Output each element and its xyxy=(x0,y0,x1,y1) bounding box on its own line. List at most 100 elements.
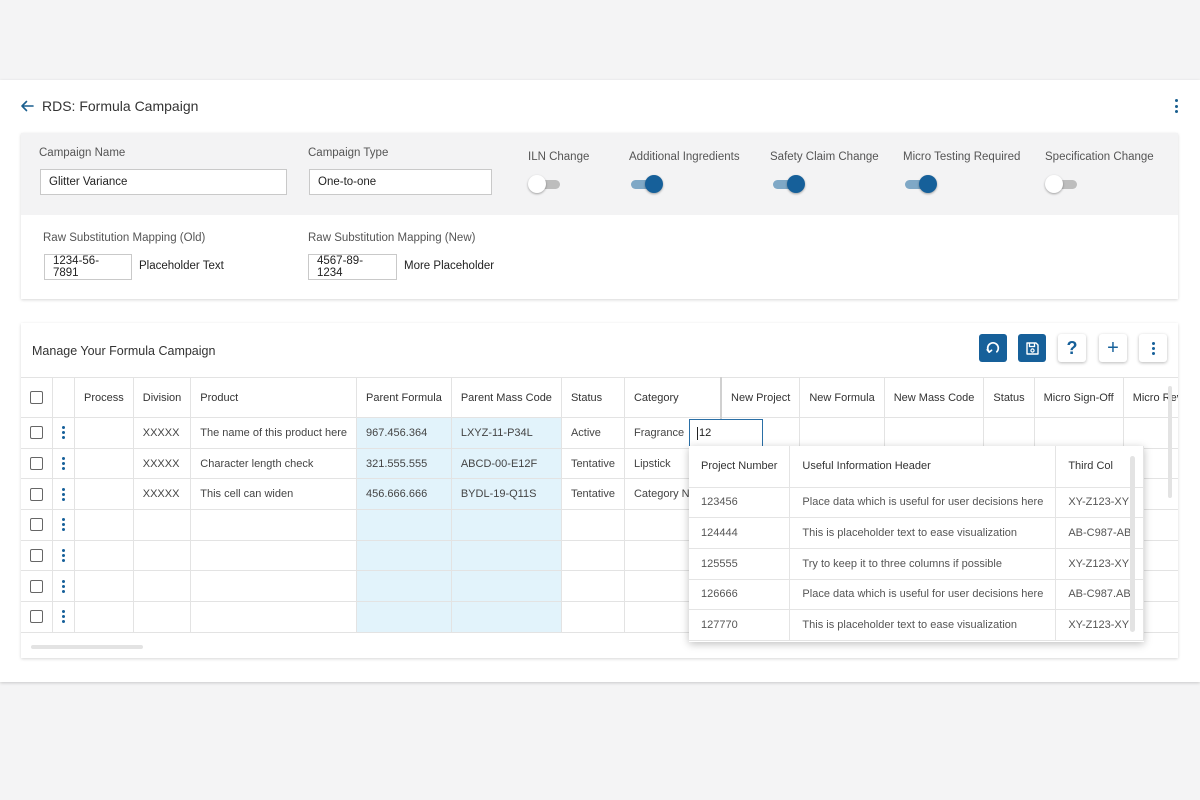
cell-parent-formula[interactable]: 321.555.555 xyxy=(356,448,452,480)
save-button[interactable] xyxy=(1018,334,1046,362)
lookup-scrollbar[interactable] xyxy=(1130,456,1135,632)
lookup-row[interactable]: 125555 Try to keep it to three columns if… xyxy=(689,548,1144,580)
new-project-edit-input[interactable]: 12 xyxy=(689,419,763,447)
cell-new-mass-code[interactable] xyxy=(884,417,985,449)
column-header-new-project-new[interactable]: New Project xyxy=(720,377,801,418)
cell-process[interactable] xyxy=(74,509,134,541)
help-button[interactable]: ? xyxy=(1058,334,1086,362)
column-header-status[interactable]: Status xyxy=(561,377,625,418)
cell-parent-mass-code[interactable] xyxy=(451,540,562,572)
safety-claim-change-toggle[interactable] xyxy=(771,175,805,193)
cell-status[interactable] xyxy=(561,601,625,633)
lookup-cell-useful-information-header[interactable]: This is placeholder text to ease visuali… xyxy=(789,517,1057,549)
cell-parent-formula[interactable]: 967.456.364 xyxy=(356,417,452,449)
column-header-parent-mass-code[interactable]: Parent Mass Code xyxy=(451,377,562,418)
cell-parent-formula[interactable]: 456.666.666 xyxy=(356,478,452,511)
cell-new-formula[interactable] xyxy=(799,417,885,449)
lookup-row[interactable]: 126666 Place data which is useful for use… xyxy=(689,579,1144,611)
more-vertical-icon[interactable] xyxy=(1172,99,1180,113)
cell-product[interactable] xyxy=(190,509,358,541)
cell-parent-mass-code[interactable] xyxy=(451,570,562,603)
lookup-row[interactable]: 124444 This is placeholder text to ease v… xyxy=(689,517,1144,549)
cell-parent-mass-code[interactable] xyxy=(451,601,562,633)
cell-process[interactable] xyxy=(74,417,134,449)
cell-division[interactable]: XXXXX xyxy=(133,478,192,511)
cell-division[interactable]: XXXXX xyxy=(133,417,192,449)
cell-parent-mass-code[interactable]: ABCD-00-E12F xyxy=(451,448,562,480)
horizontal-scrollbar[interactable] xyxy=(31,645,143,649)
row-checkbox[interactable] xyxy=(30,426,43,440)
cell-parent-formula[interactable] xyxy=(356,540,452,572)
row-more-icon[interactable] xyxy=(62,518,65,532)
row-checkbox[interactable] xyxy=(30,579,43,593)
row-more-icon[interactable] xyxy=(62,549,65,563)
row-checkbox[interactable] xyxy=(30,549,43,563)
cell-division[interactable] xyxy=(133,601,192,633)
lookup-row[interactable]: 127770 This is placeholder text to ease v… xyxy=(689,609,1144,641)
cell-parent-mass-code[interactable]: LXYZ-11-P34L xyxy=(451,417,562,449)
cell-status[interactable] xyxy=(983,417,1035,449)
lookup-cell-project-number[interactable]: 127770 xyxy=(689,609,791,641)
cell-process[interactable] xyxy=(74,601,134,633)
lookup-cell-useful-information-header[interactable]: This is placeholder text to ease visuali… xyxy=(789,609,1057,641)
cell-process[interactable] xyxy=(74,448,134,480)
column-header-parent-formula[interactable]: Parent Formula xyxy=(356,377,452,418)
column-header-new-mass-code-new[interactable]: New Mass Code xyxy=(884,377,985,418)
row-more-icon[interactable] xyxy=(62,457,65,471)
cell-status[interactable]: Active xyxy=(561,417,625,449)
cell-division[interactable] xyxy=(133,509,192,541)
lookup-cell-project-number[interactable]: 123456 xyxy=(689,487,791,519)
cell-division[interactable]: XXXXX xyxy=(133,448,192,480)
cell-status[interactable]: Tentative xyxy=(561,448,625,480)
additional-ingredients-toggle[interactable] xyxy=(629,175,663,193)
row-checkbox[interactable] xyxy=(30,518,43,532)
lookup-cell-project-number[interactable]: 124444 xyxy=(689,517,791,549)
lookup-cell-project-number[interactable]: 126666 xyxy=(689,579,791,611)
cell-process[interactable] xyxy=(74,570,134,603)
cell-parent-mass-code[interactable]: BYDL-19-Q11S xyxy=(451,478,562,511)
column-header-process[interactable]: Process xyxy=(74,377,134,418)
micro-testing-required-toggle[interactable] xyxy=(903,175,937,193)
iln-change-toggle[interactable] xyxy=(528,175,562,193)
cell-product[interactable]: Character length check xyxy=(190,448,358,480)
select-all-checkbox[interactable] xyxy=(30,391,43,404)
cell-parent-formula[interactable] xyxy=(356,601,452,633)
column-header-status-new[interactable]: Status xyxy=(983,377,1035,418)
cell-division[interactable] xyxy=(133,540,192,572)
row-checkbox[interactable] xyxy=(30,610,43,624)
row-more-icon[interactable] xyxy=(62,610,65,624)
campaign-name-input[interactable]: Glitter Variance xyxy=(40,169,287,195)
mapping-old-input[interactable]: 1234-56-7891 xyxy=(44,254,132,280)
cell-division[interactable] xyxy=(133,570,192,603)
cell-process[interactable] xyxy=(74,540,134,572)
cell-status[interactable] xyxy=(561,540,625,572)
cell-parent-formula[interactable] xyxy=(356,570,452,603)
campaign-type-input[interactable]: One-to-one xyxy=(309,169,492,195)
lookup-row[interactable]: 123456 Place data which is useful for use… xyxy=(689,487,1144,519)
mapping-new-input[interactable]: 4567-89-1234 xyxy=(308,254,397,280)
row-more-icon[interactable] xyxy=(62,426,65,440)
lookup-cell-project-number[interactable]: 125555 xyxy=(689,548,791,580)
cell-product[interactable] xyxy=(190,570,358,603)
column-header-micro-sign-off-new[interactable]: Micro Sign-Off xyxy=(1034,377,1124,418)
lookup-cell-useful-information-header[interactable]: Try to keep it to three columns if possi… xyxy=(789,548,1057,580)
row-checkbox[interactable] xyxy=(30,487,43,501)
grid-more-button[interactable] xyxy=(1139,334,1167,362)
cell-product[interactable]: This cell can widen xyxy=(190,478,358,511)
cell-status[interactable]: Tentative xyxy=(561,478,625,511)
cell-status[interactable] xyxy=(561,570,625,603)
cell-parent-mass-code[interactable] xyxy=(451,509,562,541)
add-row-button[interactable]: + xyxy=(1099,334,1127,362)
lookup-cell-useful-information-header[interactable]: Place data which is useful for user deci… xyxy=(789,579,1057,611)
cell-micro-sign-off[interactable] xyxy=(1034,417,1124,449)
column-header-product[interactable]: Product xyxy=(190,377,358,418)
cell-parent-formula[interactable] xyxy=(356,509,452,541)
cell-product[interactable] xyxy=(190,601,358,633)
vertical-scrollbar[interactable] xyxy=(1168,386,1172,498)
cell-status[interactable] xyxy=(561,509,625,541)
column-header-new-formula-new[interactable]: New Formula xyxy=(799,377,885,418)
column-header-category[interactable]: Category xyxy=(624,377,722,418)
row-more-icon[interactable] xyxy=(62,487,65,501)
cell-product[interactable]: The name of this product here xyxy=(190,417,358,449)
cell-process[interactable] xyxy=(74,478,134,511)
